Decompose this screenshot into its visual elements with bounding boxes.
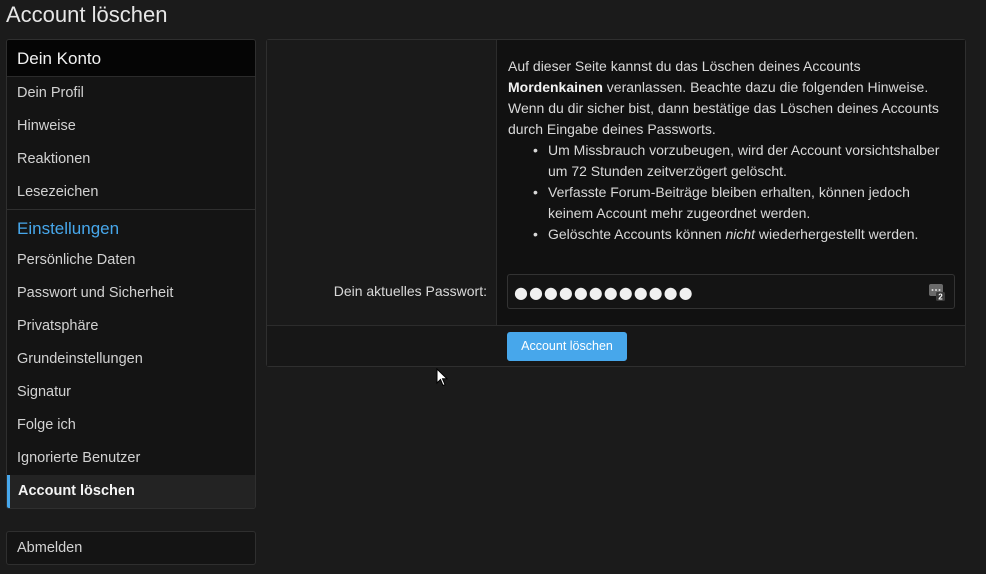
note-item: Gelöschte Accounts können nicht wiederhe… [533,224,958,245]
sidebar-section-konto: Dein Konto [7,40,255,77]
sidebar-item-folge-ich[interactable]: Folge ich [7,409,255,442]
note-3-part-1: Gelöschte Accounts können [548,226,726,242]
form-footer: Account löschen [267,325,965,366]
sidebar-item-ignorierte-benutzer[interactable]: Ignorierte Benutzer [7,442,255,475]
sidebar-item-passwort[interactable]: Passwort und Sicherheit [7,277,255,310]
note-3-part-2: wiederhergestellt werden. [755,226,919,242]
sidebar-item-profil[interactable]: Dein Profil [7,77,255,110]
sidebar-item-signatur[interactable]: Signatur [7,376,255,409]
page-title: Account löschen [6,2,168,27]
sidebar-item-reaktionen[interactable]: Reaktionen [7,143,255,176]
intro-text-1: Auf dieser Seite kannst du das Löschen d… [508,58,861,74]
password-label: Dein aktuelles Passwort: [333,283,487,299]
account-name: Mordenkainen [508,79,603,95]
notes-list: Um Missbrauch vorzubeugen, wird der Acco… [533,140,958,245]
delete-account-form: Auf dieser Seite kannst du das Löschen d… [266,39,966,367]
logout-button[interactable]: Abmelden [6,531,256,565]
password-manager-icon[interactable]: 2 [929,283,945,302]
mouse-cursor-icon [436,367,449,392]
password-input[interactable]: ●●●●●●●●●●●● 2 [507,274,955,309]
note-item: Verfasste Forum-Beiträge bleiben erhalte… [533,182,958,224]
sidebar-item-hinweise[interactable]: Hinweise [7,110,255,143]
sidebar-item-privatsphaere[interactable]: Privatsphäre [7,310,255,343]
password-value: ●●●●●●●●●●●● [514,283,694,302]
note-item: Um Missbrauch vorzubeugen, wird der Acco… [533,140,958,182]
sidebar-item-persoenliche-daten[interactable]: Persönliche Daten [7,244,255,277]
sidebar-section-einstellungen: Einstellungen [7,209,255,244]
delete-account-button[interactable]: Account löschen [507,332,627,361]
account-sidebar: Dein Konto Dein Profil Hinweise Reaktion… [6,39,256,509]
explanation-text: Auf dieser Seite kannst du das Löschen d… [508,56,958,245]
form-body: Auf dieser Seite kannst du das Löschen d… [267,40,965,325]
sidebar-item-account-loeschen[interactable]: Account löschen [7,475,255,508]
sidebar-item-lesezeichen[interactable]: Lesezeichen [7,176,255,209]
svg-text:2: 2 [938,293,943,302]
sidebar-item-grundeinstellungen[interactable]: Grundeinstellungen [7,343,255,376]
note-3-emphasis: nicht [725,226,756,242]
